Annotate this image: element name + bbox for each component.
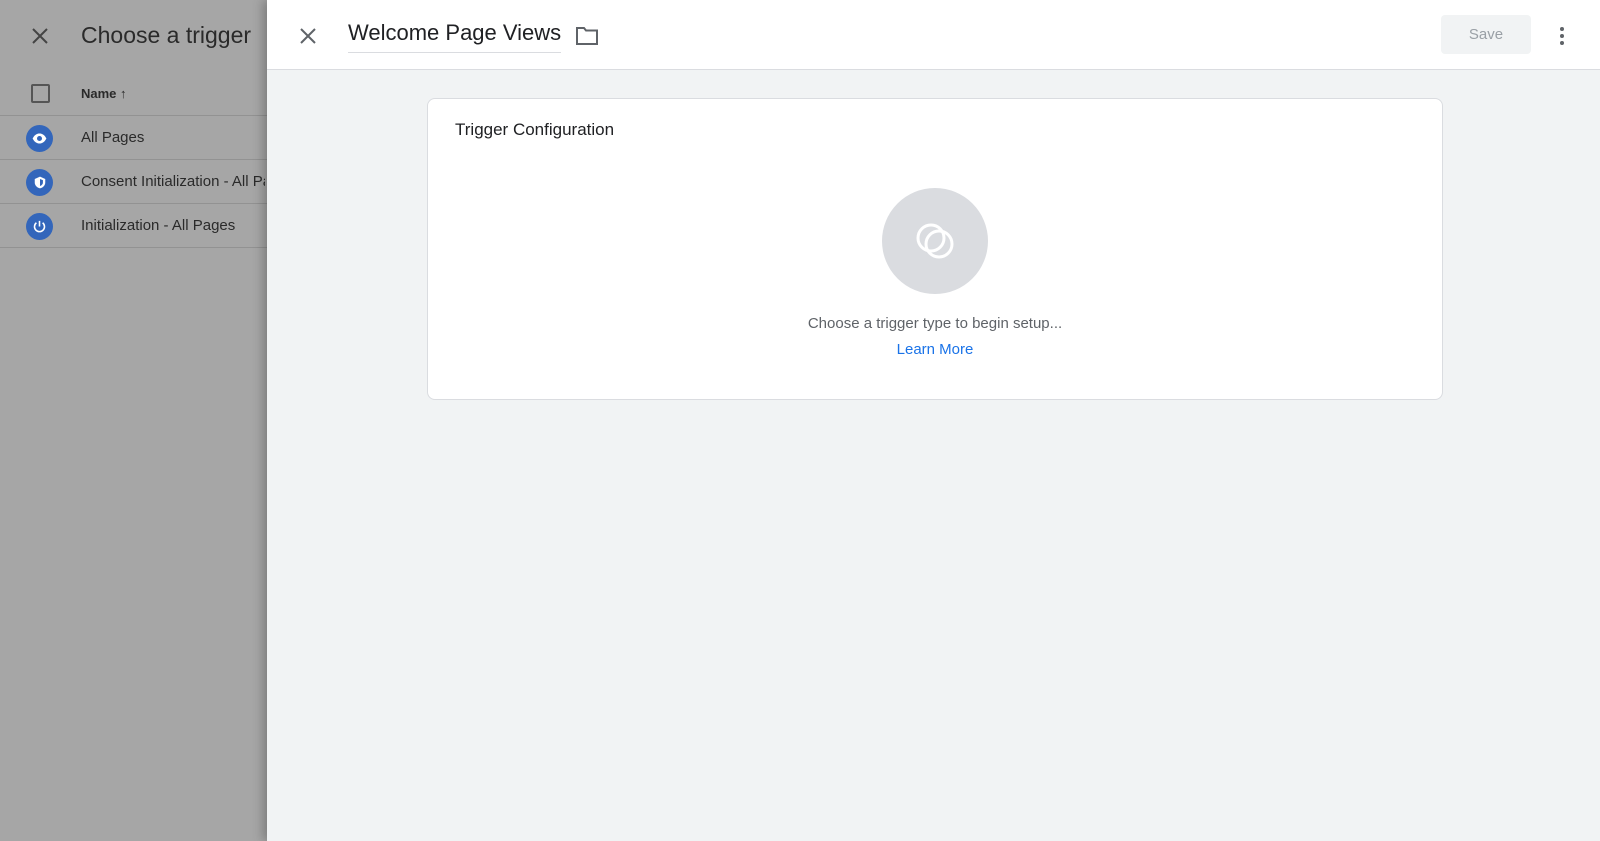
- trigger-name: Initialization - All Pages: [81, 217, 236, 234]
- table-row[interactable]: All Pages: [0, 116, 267, 160]
- save-button[interactable]: Save: [1441, 15, 1531, 54]
- folder-icon[interactable]: [575, 25, 599, 47]
- select-all-checkbox[interactable]: [31, 84, 50, 103]
- arrow-up-icon: ↑: [120, 86, 127, 101]
- card-title: Trigger Configuration: [455, 120, 615, 139]
- table-row[interactable]: Initialization - All Pages: [0, 204, 267, 248]
- trigger-name-input[interactable]: Welcome Page Views: [348, 20, 562, 53]
- table-row[interactable]: Consent Initialization - All Pages: [0, 160, 267, 204]
- more-options-icon[interactable]: [1554, 24, 1570, 48]
- power-icon: [26, 213, 53, 240]
- trigger-name: All Pages: [81, 129, 145, 146]
- close-icon[interactable]: [296, 24, 320, 48]
- trigger-editor-panel: Welcome Page Views Save Trigger Configur…: [267, 0, 1600, 841]
- close-icon[interactable]: [28, 24, 52, 48]
- trigger-name: Consent Initialization - All Pages: [81, 173, 265, 190]
- name-label: Name: [81, 86, 117, 101]
- learn-more-link[interactable]: Learn More: [428, 341, 1442, 358]
- table-header: Name ↑: [0, 72, 267, 116]
- trigger-configuration-card[interactable]: Trigger Configuration Choose a trigger t…: [427, 98, 1443, 400]
- trigger-icon: [916, 223, 954, 259]
- name-column-header[interactable]: Name ↑: [81, 86, 127, 101]
- panel-title: Choose a trigger: [81, 22, 252, 48]
- shield-icon: [26, 169, 53, 196]
- eye-icon: [26, 125, 53, 152]
- choose-trigger-panel: Choose a trigger Name ↑ All Pages Consen…: [0, 0, 267, 841]
- editor-header: Welcome Page Views Save: [267, 0, 1600, 70]
- choose-trigger-type-button[interactable]: [882, 188, 988, 294]
- setup-hint: Choose a trigger type to begin setup...: [807, 315, 1063, 332]
